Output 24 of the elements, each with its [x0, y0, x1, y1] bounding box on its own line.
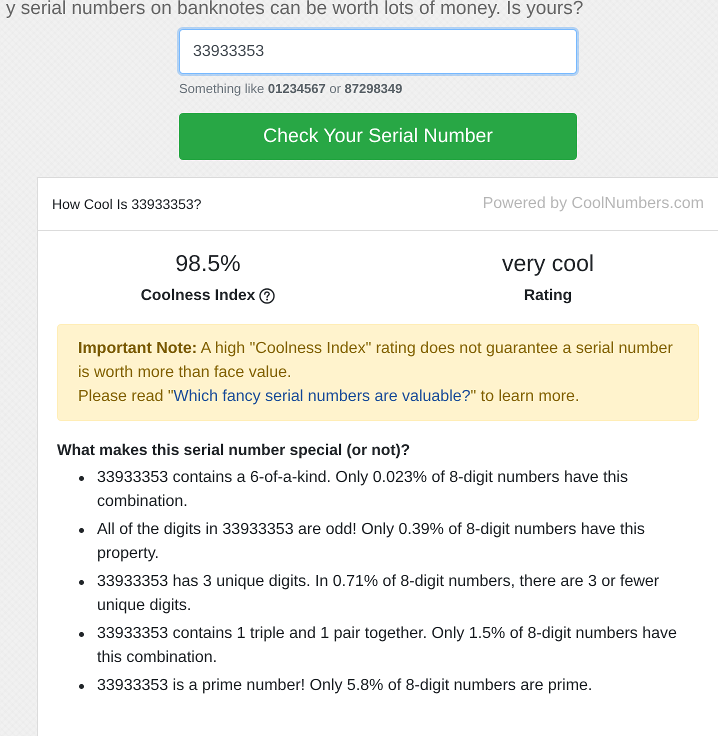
- stat-label: Rating: [524, 286, 572, 306]
- powered-by-text: Powered by CoolNumbers.com: [482, 195, 704, 213]
- hint-text: Something like 01234567 or 87298349: [179, 81, 402, 97]
- fact-text: 33933353 is a prime number! Only 5.8% of 8-digit numbers are prime.: [97, 676, 594, 696]
- serial-number-field[interactable]: 33933353: [179, 29, 577, 74]
- read-more-text: Please read "Which fancy serial numbers are valuable?" to learn more.: [78, 387, 580, 407]
- bullet-icon: [79, 684, 84, 688]
- bullet-icon: [79, 632, 84, 636]
- fact-text: 33933353 contains a 6-of-a-kind. Only 0.023% of 8-digit numbers have this combination.: [97, 468, 629, 512]
- fact-text: 33933353 has 3 unique digits. In 0.71% of 8-digit numbers, there are 3 or fewer unique digits.: [97, 572, 660, 616]
- fact-text: 33933353 contains 1 triple and 1 pair together. Only 1.5% of 8-digit numbers have this combination.: [97, 624, 678, 668]
- stat-value: 98.5%: [175, 249, 241, 277]
- note-text: Important Note: A high "Coolness Index" rating does not guarantee a serial number is worth more than face value.: [78, 339, 674, 383]
- help-icon[interactable]: [259, 288, 276, 304]
- facts-heading: What makes this serial number special (or not)?: [57, 441, 410, 461]
- bullet-icon: [79, 580, 84, 584]
- bullet-icon: [79, 476, 84, 480]
- valuable-serials-link[interactable]: Which fancy serial numbers are valuable?: [174, 388, 471, 405]
- fact-text: All of the digits in 33933353 are odd! Only 0.39% of 8-digit numbers have this property.: [97, 520, 646, 564]
- result-title: How Cool Is 33933353?: [52, 196, 202, 212]
- tagline-text: y serial numbers on banknotes can be worth lots of money. Is yours?: [5, 0, 584, 18]
- stat-label: Coolness Index: [140, 286, 256, 306]
- stat-value: very cool: [502, 249, 594, 277]
- bullet-icon: [79, 528, 84, 532]
